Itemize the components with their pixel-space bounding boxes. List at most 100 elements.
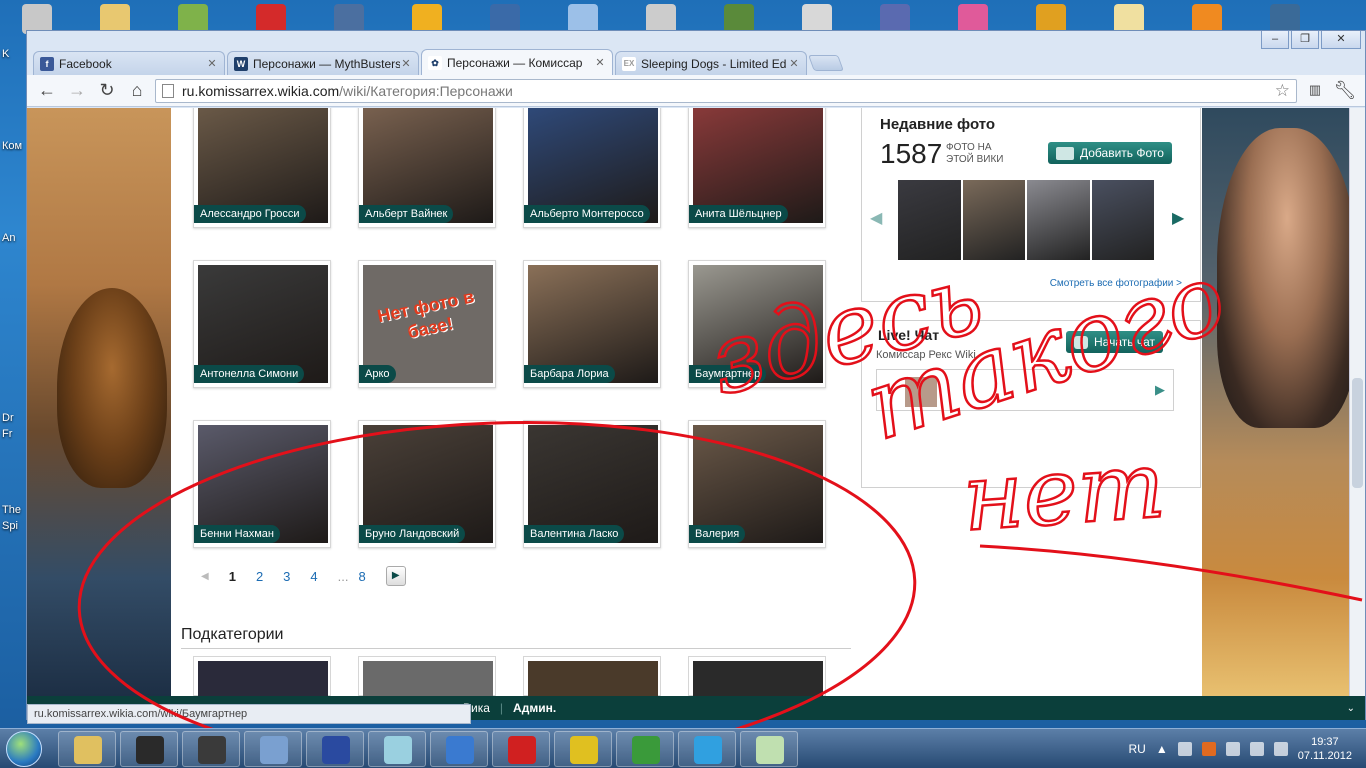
restore-button[interactable]: ❐ — [1291, 31, 1319, 49]
reload-icon[interactable]: ↻ — [95, 79, 119, 103]
taskbar-app-button[interactable] — [120, 731, 178, 767]
clock[interactable]: 19:37 07.11.2012 — [1298, 735, 1352, 763]
extensions-icon[interactable]: ▥ — [1303, 79, 1327, 103]
character-card[interactable]: Антонелла Симони — [193, 260, 331, 388]
facebook-icon: f — [40, 56, 54, 71]
page-link[interactable]: 4 — [310, 569, 317, 584]
minimize-button[interactable]: – — [1261, 31, 1289, 49]
taskbar-app-icon — [260, 736, 288, 764]
character-card[interactable]: Альберт Вайнек — [358, 108, 496, 228]
taskbar-app-button[interactable] — [182, 731, 240, 767]
volume-icon[interactable] — [1177, 742, 1192, 756]
subcategory-photo[interactable] — [693, 661, 823, 696]
character-card[interactable]: Валентина Ласко — [523, 420, 661, 548]
taskbar-app-button[interactable] — [554, 731, 612, 767]
taskbar-app-button[interactable] — [740, 731, 798, 767]
subcategory-card[interactable] — [688, 656, 826, 696]
subcategory-card[interactable] — [523, 656, 661, 696]
tab-label: Sleeping Dogs - Limited Ed — [641, 56, 787, 71]
taskbar-app-button[interactable] — [430, 731, 488, 767]
taskbar-app-button[interactable] — [678, 731, 736, 767]
character-name[interactable]: Валентина Ласко — [524, 525, 625, 543]
character-card[interactable]: Анита Шёльцнер — [688, 108, 826, 228]
network-icon[interactable] — [1201, 742, 1216, 756]
wiki-bar-item[interactable]: Админ. — [513, 701, 556, 715]
taskbar-app-button[interactable] — [58, 731, 116, 767]
subcategory-photo[interactable] — [363, 661, 493, 696]
speaker-icon[interactable] — [1249, 742, 1264, 756]
taskbar-app-button[interactable] — [492, 731, 550, 767]
tab-facebook[interactable]: f Facebook ✕ — [33, 51, 225, 75]
character-name[interactable]: Валерия — [689, 525, 746, 543]
windows-taskbar: RU ▲ 19:37 07.11.2012 — [0, 728, 1366, 768]
forward-arrow-icon[interactable]: → — [65, 79, 89, 103]
pager-next-button[interactable]: ▶ — [385, 566, 406, 586]
tab-komissar-active[interactable]: ✿ Персонажи — Комиссар ✕ — [421, 49, 613, 75]
character-card[interactable]: Барбара Лориа — [523, 260, 661, 388]
collapse-icon[interactable]: ⌄ — [1347, 703, 1355, 714]
character-name[interactable]: Альберт Вайнек — [359, 205, 454, 223]
close-icon[interactable]: ✕ — [788, 57, 800, 70]
character-card[interactable]: Валерия — [688, 420, 826, 548]
home-icon[interactable]: ⌂ — [125, 79, 149, 103]
battery-icon[interactable] — [1225, 742, 1240, 756]
page-link[interactable]: 8 — [358, 569, 365, 584]
start-button[interactable] — [6, 731, 42, 767]
character-card[interactable]: Бруно Ландовский — [358, 420, 496, 548]
character-name[interactable]: Антонелла Симони — [194, 365, 305, 383]
back-arrow-icon[interactable]: ← — [35, 79, 59, 103]
wrench-menu-icon[interactable]: 🔧︎ — [1333, 79, 1357, 103]
close-window-button[interactable]: ✕ — [1321, 31, 1361, 49]
new-tab-button[interactable] — [808, 55, 844, 71]
carousel-prev-icon[interactable]: ◀ — [870, 208, 882, 228]
scroll-thumb[interactable] — [1352, 378, 1363, 488]
character-card[interactable]: Нет фото в базе! Арко — [358, 260, 496, 388]
page-link[interactable]: 2 — [256, 569, 263, 584]
chat-next-icon[interactable]: ▶ — [1155, 382, 1165, 398]
character-card[interactable]: Алессандро Гросси — [193, 108, 331, 228]
character-name[interactable]: Арко — [359, 365, 396, 383]
tab-mythbusters[interactable]: W Персонажи — MythBusters ✕ — [227, 51, 419, 75]
close-icon[interactable]: ✕ — [206, 57, 218, 70]
see-all-photos-link[interactable]: Смотреть все фотографии > — [1050, 278, 1182, 289]
character-name[interactable]: Анита Шёльцнер — [689, 205, 788, 223]
character-name[interactable]: Бруно Ландовский — [359, 525, 466, 543]
taskbar-app-button[interactable] — [244, 731, 302, 767]
flag-icon[interactable] — [1273, 742, 1288, 756]
page-scrollbar[interactable] — [1349, 108, 1365, 696]
carousel-next-icon[interactable]: ▶ — [1172, 208, 1184, 228]
add-photo-button[interactable]: Добавить Фото — [1048, 142, 1172, 164]
character-name[interactable]: Алессандро Гросси — [194, 205, 306, 223]
subcategory-photo[interactable] — [198, 661, 328, 696]
page-link[interactable]: 3 — [283, 569, 290, 584]
wikia-icon: ✿ — [428, 55, 442, 70]
taskbar-app-button[interactable] — [616, 731, 674, 767]
subcategory-photo[interactable] — [528, 661, 658, 696]
recent-photo-thumb[interactable] — [898, 180, 961, 260]
tab-sleeping-dogs[interactable]: EX Sleeping Dogs - Limited Ed ✕ — [615, 51, 807, 75]
desktop-shortcut-label: K — [2, 48, 10, 60]
subcategory-card[interactable] — [193, 656, 331, 696]
character-name[interactable]: Баумгартнер — [689, 365, 767, 383]
start-chat-button[interactable]: Начать чат — [1066, 331, 1163, 353]
character-name[interactable]: Барбара Лориа — [524, 365, 615, 383]
recent-photo-thumb[interactable] — [1091, 180, 1154, 260]
character-card[interactable]: Баумгартнер — [688, 260, 826, 388]
language-indicator[interactable]: RU — [1129, 742, 1146, 756]
subcategory-card[interactable] — [358, 656, 496, 696]
bookmark-star-icon[interactable]: ☆ — [1275, 81, 1290, 101]
address-bar[interactable]: ru.komissarrex.wikia.com /wiki/Категория… — [155, 78, 1297, 103]
character-card[interactable]: Бенни Нахман — [193, 420, 331, 548]
recent-photo-thumb[interactable] — [962, 180, 1025, 260]
wiki-bar-separator: | — [499, 701, 504, 715]
recent-photo-thumb[interactable] — [1027, 180, 1090, 260]
close-icon[interactable]: ✕ — [400, 57, 412, 70]
avatar[interactable] — [905, 377, 937, 407]
close-icon[interactable]: ✕ — [594, 56, 606, 69]
character-card[interactable]: Альберто Монтероссо — [523, 108, 661, 228]
character-name[interactable]: Бенни Нахман — [194, 525, 281, 543]
taskbar-app-button[interactable] — [368, 731, 426, 767]
taskbar-app-button[interactable] — [306, 731, 364, 767]
tray-expand-icon[interactable]: ▲ — [1156, 742, 1168, 756]
character-name[interactable]: Альберто Монтероссо — [524, 205, 650, 223]
